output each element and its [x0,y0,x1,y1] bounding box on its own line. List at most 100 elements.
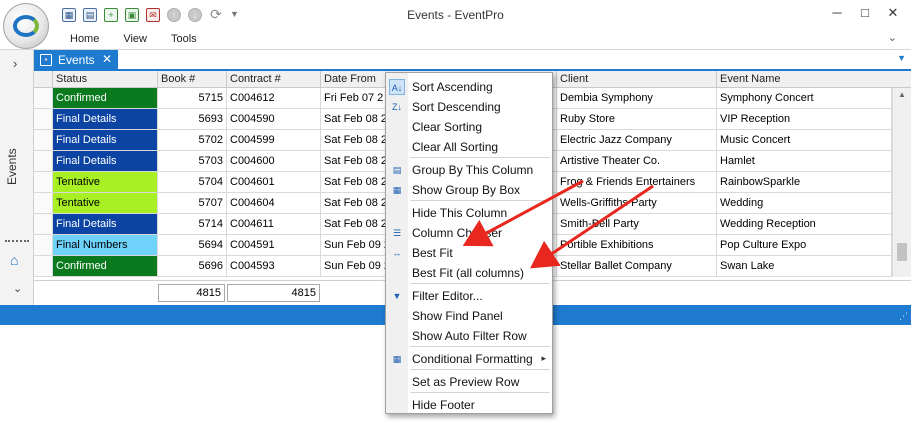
contract-cell[interactable]: C004612 [227,88,321,108]
contract-cell[interactable]: C004599 [227,130,321,150]
contract-cell[interactable]: C004604 [227,193,321,213]
date-cell[interactable]: Sat Feb 08 2 [321,214,386,234]
date-cell[interactable]: Sun Feb 09 2 [321,256,386,276]
date-cell[interactable]: Sat Feb 08 2 [321,130,386,150]
row-indicator[interactable] [34,109,53,129]
event-name-cell[interactable]: Symphony Concert [717,88,892,108]
scroll-thumb[interactable] [897,243,907,261]
menu-view[interactable]: View [123,33,147,45]
tab-menu-icon[interactable]: ▼ [897,53,906,63]
status-cell[interactable]: Final Details [53,109,158,129]
status-cell[interactable]: Final Numbers [53,235,158,255]
tab-events[interactable]: ▪ Events ✕ [34,50,118,70]
menu-item-clear-sorting[interactable]: Clear Sorting [386,117,552,137]
menu-item-hide-footer[interactable]: Hide Footer [386,395,552,415]
client-cell[interactable]: Dembia Symphony [557,88,717,108]
menu-item-show-find-panel[interactable]: Show Find Panel [386,306,552,326]
menu-item-best-fit[interactable]: ↔ Best Fit [386,243,552,263]
row-indicator[interactable] [34,256,53,276]
event-name-cell[interactable]: VIP Reception [717,109,892,129]
book-cell[interactable]: 5693 [158,109,227,129]
date-cell[interactable]: Sat Feb 08 2 [321,193,386,213]
book-cell[interactable]: 5694 [158,235,227,255]
menu-item-column-chooser[interactable]: ☰ Column Chooser [386,223,552,243]
menu-item-group-by-this-column[interactable]: ▤ Group By This Column [386,160,552,180]
menu-item-clear-all-sorting[interactable]: Clear All Sorting [386,137,552,157]
minimize-icon[interactable]: ─ [823,4,851,22]
chevron-down-icon[interactable]: ⌄ [888,31,897,44]
client-cell[interactable]: Electric Jazz Company [557,130,717,150]
client-cell[interactable]: Artistive Theater Co. [557,151,717,171]
status-cell[interactable]: Final Details [53,214,158,234]
event-name-cell[interactable]: RainbowSparkle [717,172,892,192]
contract-cell[interactable]: C004600 [227,151,321,171]
home-icon[interactable]: ⌂ [10,252,18,268]
header-date-from[interactable]: Date From [321,71,386,88]
chevron-down-icon[interactable]: ⌄ [13,282,22,295]
event-name-cell[interactable]: Music Concert [717,130,892,150]
row-indicator[interactable] [34,88,53,108]
resize-grip-icon[interactable]: ⋰ [899,311,908,322]
scroll-up-icon[interactable]: ▲ [898,90,906,99]
date-cell[interactable]: Fri Feb 07 2 [321,88,386,108]
menu-item-sort-descending[interactable]: Z↓ Sort Descending [386,97,552,117]
status-cell[interactable]: Final Details [53,151,158,171]
event-name-cell[interactable]: Swan Lake [717,256,892,276]
event-name-cell[interactable]: Wedding [717,193,892,213]
menu-item-show-auto-filter-row[interactable]: Show Auto Filter Row [386,326,552,346]
splitter-handle[interactable] [5,240,29,242]
menu-item-best-fit-all-columns[interactable]: Best Fit (all columns) [386,263,552,283]
header-book[interactable]: Book # [158,71,227,88]
header-client[interactable]: Client [557,71,717,88]
event-name-cell[interactable]: Pop Culture Expo [717,235,892,255]
event-name-cell[interactable]: Wedding Reception [717,214,892,234]
menu-item-show-group-by-box[interactable]: ▦ Show Group By Box [386,180,552,200]
close-icon[interactable]: ✕ [879,4,907,22]
date-cell[interactable]: Sat Feb 08 2 [321,151,386,171]
row-indicator[interactable] [34,172,53,192]
client-cell[interactable]: Ruby Store [557,109,717,129]
book-cell[interactable]: 5715 [158,88,227,108]
nav-label-events[interactable]: Events [5,148,19,185]
event-name-cell[interactable]: Hamlet [717,151,892,171]
status-cell[interactable]: Confirmed [53,88,158,108]
menu-home[interactable]: Home [70,33,99,45]
menu-item-conditional-formatting[interactable]: ▦ Conditional Formatting ▸ [386,349,552,369]
client-cell[interactable]: Frog & Friends Entertainers [557,172,717,192]
row-indicator[interactable] [34,193,53,213]
menu-item-hide-this-column[interactable]: Hide This Column [386,203,552,223]
book-cell[interactable]: 5702 [158,130,227,150]
menu-item-sort-ascending[interactable]: A↓ Sort Ascending [386,77,552,97]
row-indicator[interactable] [34,235,53,255]
client-cell[interactable]: Portible Exhibitions [557,235,717,255]
date-cell[interactable]: Sun Feb 09 2 [321,235,386,255]
status-cell[interactable]: Tentative [53,193,158,213]
contract-cell[interactable]: C004590 [227,109,321,129]
status-cell[interactable]: Tentative [53,172,158,192]
book-cell[interactable]: 5714 [158,214,227,234]
client-cell[interactable]: Wells-Griffiths Party [557,193,717,213]
status-cell[interactable]: Final Details [53,130,158,150]
book-cell[interactable]: 5707 [158,193,227,213]
contract-cell[interactable]: C004593 [227,256,321,276]
date-cell[interactable]: Sat Feb 08 2 [321,109,386,129]
contract-cell[interactable]: C004601 [227,172,321,192]
header-event-name[interactable]: Event Name [717,71,892,88]
client-cell[interactable]: Stellar Ballet Company [557,256,717,276]
contract-cell[interactable]: C004611 [227,214,321,234]
client-cell[interactable]: Smith-Bell Party [557,214,717,234]
vertical-scrollbar[interactable]: ▲ [892,88,911,277]
book-cell[interactable]: 5703 [158,151,227,171]
contract-cell[interactable]: C004591 [227,235,321,255]
date-cell[interactable]: Sat Feb 08 2 [321,172,386,192]
menu-item-filter-editor[interactable]: ▼ Filter Editor... [386,286,552,306]
book-cell[interactable]: 5696 [158,256,227,276]
menu-item-set-as-preview-row[interactable]: Set as Preview Row [386,372,552,392]
maximize-icon[interactable]: □ [851,4,879,22]
book-cell[interactable]: 5704 [158,172,227,192]
row-indicator[interactable] [34,214,53,234]
row-indicator[interactable] [34,151,53,171]
header-status[interactable]: Status [53,71,158,88]
menu-tools[interactable]: Tools [171,33,197,45]
close-tab-icon[interactable]: ✕ [102,52,112,66]
